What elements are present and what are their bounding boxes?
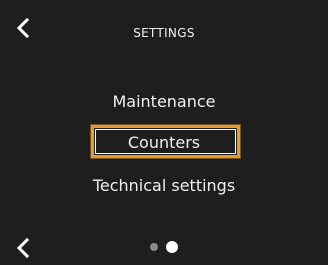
menu-item-counters[interactable]: Counters (0, 131, 328, 155)
page-dot-1[interactable] (150, 243, 158, 251)
menu-item-technical-settings[interactable]: Technical settings (0, 174, 328, 198)
menu-item-maintenance[interactable]: Maintenance (0, 90, 328, 114)
page-dot-2-active[interactable] (166, 241, 178, 253)
settings-screen: SETTINGS Maintenance Counters Technical … (0, 0, 328, 265)
page-title: SETTINGS (133, 26, 195, 40)
page-indicator (0, 241, 328, 253)
